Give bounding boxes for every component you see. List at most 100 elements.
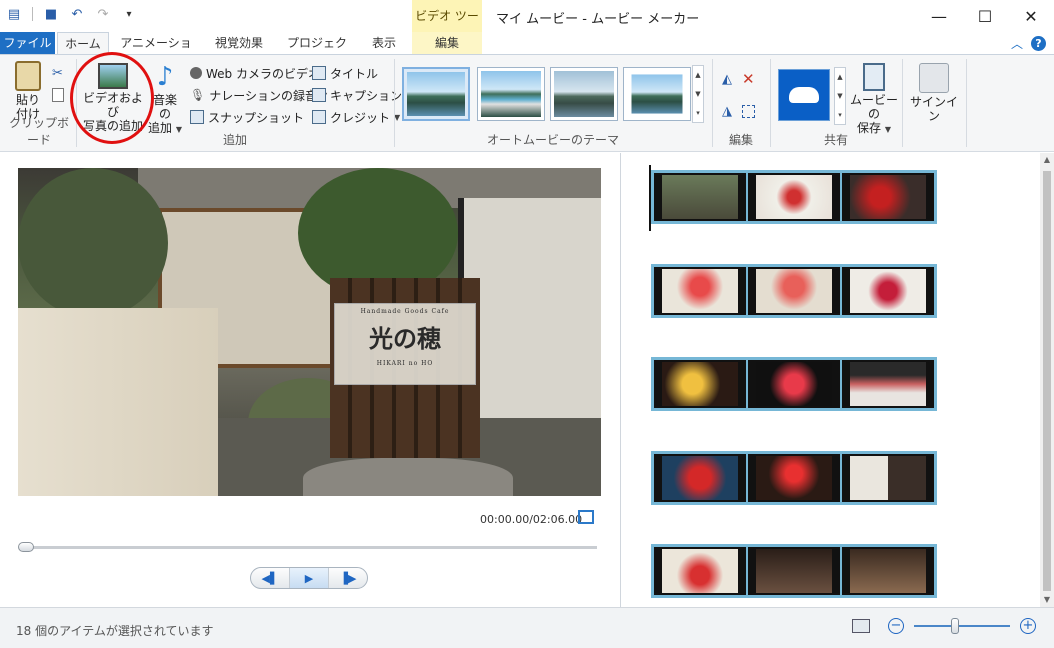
scroll-down-icon[interactable]: ▼ [1040,593,1054,607]
user-icon [919,63,949,93]
theme-gallery-scroll[interactable]: ▲ ▼ ▾ [692,65,704,123]
next-frame-icon: ▐▶ [339,571,357,585]
scroll-up-icon[interactable]: ▲ [695,71,700,79]
webcam-video-button[interactable]: Web カメラのビデオ [190,63,320,83]
clipboard-icon [15,61,41,91]
clip-thumbnail[interactable] [842,360,934,408]
rotate-right-button[interactable]: ◮ [722,101,732,121]
copy-button[interactable] [52,85,64,105]
theme-item[interactable] [477,67,545,121]
group-separator [770,59,771,147]
save-movie-button[interactable]: ムービーの 保存 ▼ [850,63,898,137]
play-button[interactable]: ▶ [290,568,329,588]
group-separator [902,59,903,147]
next-frame-button[interactable]: ▐▶ [329,568,367,588]
clipboard-group-label: クリップボード [8,116,69,147]
selection-status: 18 個のアイテムが選択されています [16,624,214,638]
scroll-up-icon[interactable]: ▲ [1040,153,1054,167]
fullscreen-icon[interactable] [578,510,594,524]
undo-icon[interactable]: ↶ [69,6,85,22]
zoom-out-button[interactable]: − [888,618,904,634]
zoom-slider-thumb[interactable] [950,618,959,634]
movie-maker-window: ▤ ■ ↶ ↷ ▾ ビデオ ツール マイ ムービー - ムービー メーカー — … [0,0,1054,648]
storyboard-row [651,170,937,224]
snapshot-label: スナップショット [208,110,305,125]
tab-view[interactable]: 表示 [364,32,404,54]
webcam-icon [190,67,202,79]
cloud-icon [789,87,819,103]
signin-button[interactable]: サインイン [906,63,962,123]
zoom-controls: − + [852,618,1036,634]
rotate-left-button[interactable]: ◭ [722,69,732,89]
tab-file[interactable]: ファイル [0,32,55,54]
cut-button[interactable]: ✂ [52,63,63,83]
tab-animation[interactable]: アニメーション [120,32,192,72]
themes-group-label: オートムービーのテーマ [486,133,619,147]
seek-thumb[interactable] [18,542,34,552]
theme-item[interactable] [623,67,691,121]
preview-monitor[interactable]: Handmade Goods Cafe 光の穂 HIKARI no HO [18,168,601,496]
preview-sign: Handmade Goods Cafe 光の穂 HIKARI no HO [334,303,476,385]
film-app-icon[interactable]: ▤ [6,6,22,22]
caption-button[interactable]: キャプション [312,85,402,105]
tab-home[interactable]: ホーム [57,32,109,54]
share-gallery-scroll[interactable]: ▲ ▼ ▾ [834,67,846,125]
clip-thumbnail[interactable] [748,173,840,221]
help-icon[interactable]: ? [1031,36,1046,51]
caption-label: キャプション [330,88,403,103]
window-title: マイ ムービー - ムービー メーカー [496,12,700,27]
theme-item[interactable] [550,67,618,121]
scroll-thumb[interactable] [1043,171,1051,591]
maximize-button[interactable]: ☐ [962,0,1008,32]
select-all-button[interactable] [742,101,755,121]
onedrive-share-button[interactable] [778,69,830,121]
previous-frame-button[interactable]: ◀▌ [251,568,290,588]
gallery-more-icon[interactable]: ▾ [696,109,700,117]
clip-thumbnail[interactable] [842,454,934,502]
theme-preview [481,71,541,117]
snapshot-button[interactable]: スナップショット [190,107,304,127]
tab-visual-effects[interactable]: 視覚効果 [208,32,270,54]
title-icon [312,66,326,80]
gallery-more-icon[interactable]: ▾ [838,111,842,119]
tab-project[interactable]: プロジェクト [284,32,350,72]
clip-thumbnail[interactable] [654,454,746,502]
qat-separator [32,7,33,21]
storyboard-scrollbar[interactable]: ▲ ▼ [1040,153,1054,607]
scroll-down-icon[interactable]: ▼ [695,90,700,98]
clip-thumbnail[interactable] [654,360,746,408]
thumbnail-size-icon[interactable] [852,619,870,633]
zoom-slider[interactable] [914,618,1010,634]
record-narration-button[interactable]: 🎙 ナレーションの録音 ▼ [190,85,327,105]
clip-thumbnail[interactable] [842,267,934,315]
seek-bar[interactable] [20,546,597,549]
collapse-ribbon-icon[interactable]: ︿ [1011,35,1023,52]
customize-qat-icon[interactable]: ▾ [121,6,137,22]
add-videos-photos-button[interactable]: ビデオおよび 写真の追加 [80,63,146,133]
clip-thumbnail[interactable] [842,547,934,595]
redo-icon[interactable]: ↷ [95,6,111,22]
clip-thumbnail[interactable] [842,173,934,221]
paste-button[interactable]: 貼り 付け [8,61,48,121]
scroll-up-icon[interactable]: ▲ [837,73,842,81]
sign-top-text: Handmade Goods Cafe [360,308,450,315]
clip-thumbnail[interactable] [748,360,840,408]
minimize-button[interactable]: — [916,0,962,32]
clip-thumbnail[interactable] [654,173,746,221]
credits-button[interactable]: クレジット ▼ [312,107,400,127]
webcam-label: Web カメラのビデオ [206,66,320,81]
clip-thumbnail[interactable] [748,547,840,595]
clip-thumbnail[interactable] [654,547,746,595]
add-music-button[interactable]: ♪ 音楽の 追加 ▼ [148,63,182,137]
zoom-in-button[interactable]: + [1020,618,1036,634]
scroll-down-icon[interactable]: ▼ [837,92,842,100]
tab-edit[interactable]: 編集 [412,32,482,54]
theme-item[interactable] [402,67,470,121]
clip-thumbnail[interactable] [748,454,840,502]
save-icon[interactable]: ■ [43,6,59,22]
clip-thumbnail[interactable] [654,267,746,315]
clip-thumbnail[interactable] [748,267,840,315]
close-button[interactable]: ✕ [1008,0,1054,32]
remove-button[interactable]: ✕ [742,69,755,89]
title-button[interactable]: タイトル [312,63,378,83]
